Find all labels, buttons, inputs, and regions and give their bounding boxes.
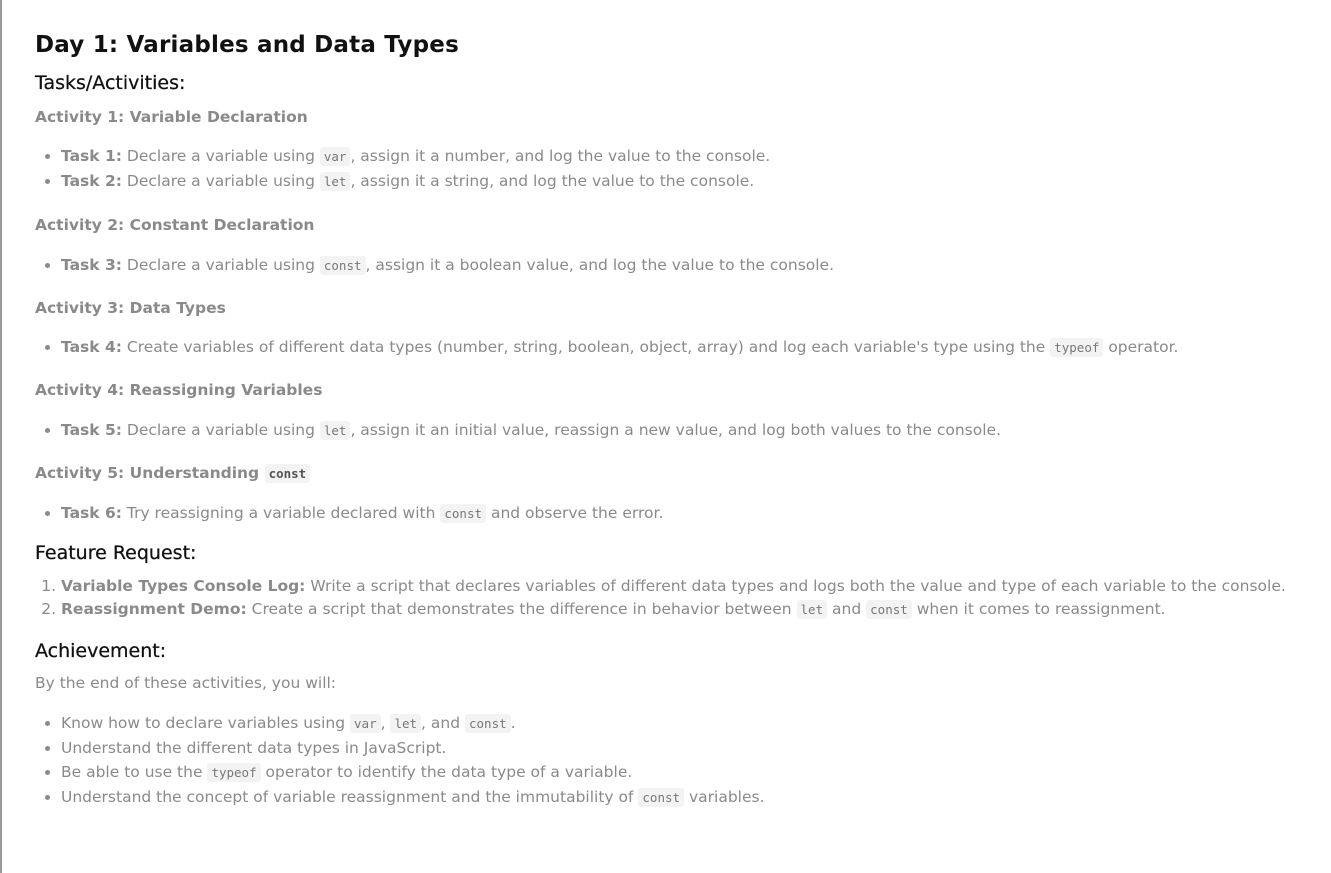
task-5-label: Task 5:: [61, 421, 122, 439]
code-let: let: [319, 421, 351, 440]
task-6: Task 6: Try reassigning a variable decla…: [61, 501, 1325, 526]
task-1-label: Task 1:: [61, 147, 122, 165]
activity-1-heading: Activity 1: Variable Declaration: [35, 108, 308, 126]
achievement-heading: Achievement:: [35, 640, 167, 662]
task-5-text: Declare a variable using: [126, 421, 315, 439]
task-3-text: Declare a variable using: [126, 256, 315, 274]
code-typeof: typeof: [207, 763, 261, 782]
task-6-text: Try reassigning a variable declared with: [126, 504, 436, 522]
tasks-heading: Tasks/Activities:: [35, 72, 186, 94]
task-4-text: Create variables of different data types…: [126, 338, 1046, 356]
achievement-item-4-text: Understand the concept of variable reass…: [61, 788, 634, 806]
achievement-list: Know how to declare variables using var,…: [35, 711, 1325, 810]
task-1-text: Declare a variable using: [126, 147, 315, 165]
task-5: Task 5: Declare a variable using let, as…: [61, 418, 1325, 443]
feature-item-2-and: and: [832, 600, 862, 618]
achievement-item-2: Understand the different data types in J…: [61, 736, 1325, 760]
activity-2-task-list: Task 3: Declare a variable using const, …: [35, 253, 1325, 278]
task-6-label: Task 6:: [61, 504, 122, 522]
code-const: const: [465, 714, 511, 733]
feature-item-2-text-end: when it comes to reassignment.: [916, 600, 1166, 618]
achievement-item-1-text: Know how to declare variables using: [61, 714, 346, 732]
activity-3-task-list: Task 4: Create variables of different da…: [35, 335, 1325, 360]
feature-item-1-label: Variable Types Console Log:: [61, 577, 306, 595]
feature-item-2-text: Create a script that demonstrates the di…: [251, 600, 792, 618]
task-4-text-end: operator.: [1108, 338, 1179, 356]
task-2-text-end: , assign it a string, and log the value …: [350, 172, 755, 190]
feature-item-2: Reassignment Demo: Create a script that …: [61, 598, 1325, 621]
achievement-item-4-end: variables.: [688, 788, 765, 806]
feature-item-1-text: Write a script that declares variables o…: [310, 577, 1286, 595]
achievement-intro: By the end of these activities, you will…: [35, 674, 337, 692]
code-var: var: [350, 714, 381, 733]
achievement-item-3-text: Be able to use the: [61, 763, 203, 781]
task-6-text-end: and observe the error.: [490, 504, 664, 522]
left-border: [0, 0, 2, 873]
task-3-text-end: , assign it a boolean value, and log the…: [365, 256, 835, 274]
achievement-item-1-end: .: [510, 714, 516, 732]
task-1: Task 1: Declare a variable using var, as…: [61, 144, 1325, 169]
task-3-label: Task 3:: [61, 256, 122, 274]
task-4: Task 4: Create variables of different da…: [61, 335, 1325, 360]
page-title: Day 1: Variables and Data Types: [35, 32, 459, 58]
task-2-text: Declare a variable using: [126, 172, 315, 190]
achievement-item-3-end: operator to identify the data type of a …: [265, 763, 633, 781]
document-body: Day 1: Variables and Data Types Tasks/Ac…: [35, 30, 1325, 810]
code-var: var: [319, 147, 351, 166]
activity-4-heading: Activity 4: Reassigning Variables: [35, 381, 323, 399]
task-4-label: Task 4:: [61, 338, 122, 356]
activity-5-task-list: Task 6: Try reassigning a variable decla…: [35, 501, 1325, 526]
feature-request-heading: Feature Request:: [35, 542, 197, 564]
code-let: let: [390, 714, 422, 733]
feature-item-1: Variable Types Console Log: Write a scri…: [61, 575, 1325, 598]
feature-item-2-label: Reassignment Demo:: [61, 600, 247, 618]
task-3: Task 3: Declare a variable using const, …: [61, 253, 1325, 278]
activity-3-heading: Activity 3: Data Types: [35, 299, 226, 317]
code-const: const: [440, 504, 487, 523]
achievement-item-1: Know how to declare variables using var,…: [61, 711, 1325, 736]
achievement-item-1-sep1: ,: [380, 714, 386, 732]
achievement-item-3: Be able to use the typeof operator to id…: [61, 760, 1325, 785]
code-let: let: [319, 172, 351, 191]
activity-5-heading: Activity 5: Understanding const: [35, 462, 1325, 485]
task-2-label: Task 2:: [61, 172, 122, 190]
task-2: Task 2: Declare a variable using let, as…: [61, 169, 1325, 194]
code-typeof: typeof: [1050, 338, 1104, 357]
code-const: const: [866, 600, 912, 619]
activity-4-task-list: Task 5: Declare a variable using let, as…: [35, 418, 1325, 443]
code-const: const: [638, 788, 685, 807]
task-5-text-end: , assign it an initial value, reassign a…: [350, 421, 1001, 439]
feature-request-list: Variable Types Console Log: Write a scri…: [35, 575, 1325, 621]
task-1-text-end: , assign it a number, and log the value …: [350, 147, 771, 165]
activity-2-heading: Activity 2: Constant Declaration: [35, 216, 315, 234]
activity-5-heading-text: Activity 5: Understanding: [35, 464, 260, 482]
code-const: const: [319, 256, 366, 275]
code-const: const: [264, 464, 311, 483]
activity-1-task-list: Task 1: Declare a variable using var, as…: [35, 144, 1325, 194]
achievement-item-4: Understand the concept of variable reass…: [61, 785, 1325, 810]
code-let: let: [796, 600, 828, 619]
achievement-item-1-sep2: , and: [421, 714, 461, 732]
